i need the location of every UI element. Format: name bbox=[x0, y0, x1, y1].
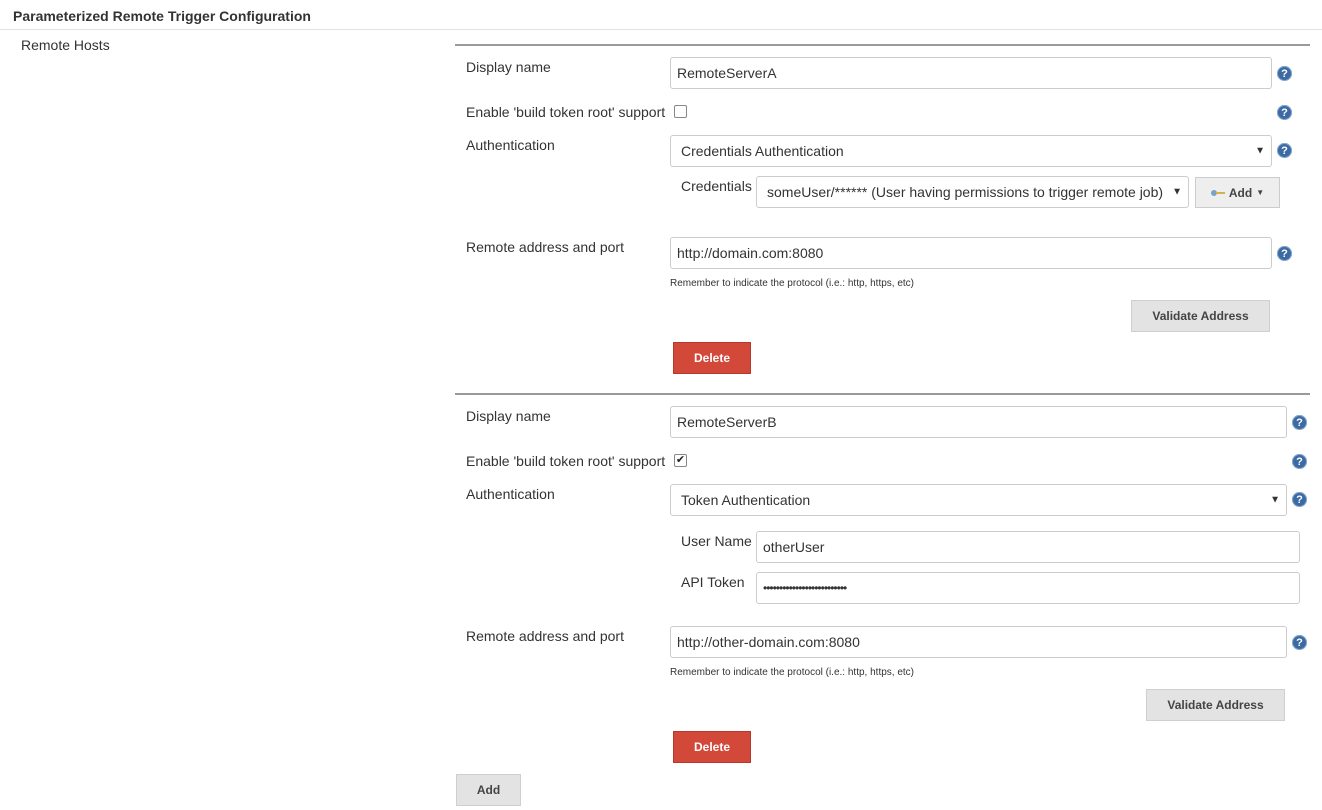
host-a-credentials-label: Credentials bbox=[681, 178, 752, 194]
key-icon bbox=[1210, 189, 1225, 197]
add-credentials-button[interactable]: Add ▼ bbox=[1195, 177, 1280, 208]
help-icon[interactable]: ? bbox=[1277, 105, 1292, 120]
host-a-credentials-select[interactable]: someUser/****** (User having permissions… bbox=[756, 176, 1189, 208]
host-a-display-name-label: Display name bbox=[466, 59, 551, 75]
host-b-user-name-input[interactable]: otherUser bbox=[756, 531, 1300, 563]
host-b-build-token-label: Enable 'build token root' support bbox=[466, 453, 666, 469]
host-a-protocol-hint: Remember to indicate the protocol (i.e.:… bbox=[670, 278, 915, 289]
dropdown-caret-icon: ▼ bbox=[1270, 494, 1280, 506]
host-a-build-token-checkbox[interactable] bbox=[674, 105, 687, 118]
host-b-delete-button[interactable]: Delete bbox=[673, 731, 751, 763]
host-b-remote-address-input[interactable]: http://other-domain.com:8080 bbox=[670, 626, 1287, 658]
host-b-display-name-label: Display name bbox=[466, 408, 551, 424]
chevron-down-icon: ▼ bbox=[1256, 188, 1265, 197]
help-icon[interactable]: ? bbox=[1292, 635, 1307, 650]
host-a-remote-address-label: Remote address and port bbox=[466, 239, 624, 255]
host-a-credentials-value: someUser/****** (User having permissions… bbox=[767, 184, 1164, 200]
host-a-display-name-input[interactable]: RemoteServerA bbox=[670, 57, 1272, 89]
help-icon[interactable]: ? bbox=[1277, 246, 1292, 261]
host-b-api-token-label: API Token bbox=[681, 574, 745, 590]
host-b-build-token-checkbox[interactable]: ✔ bbox=[674, 454, 687, 467]
add-host-button[interactable]: Add bbox=[456, 774, 521, 806]
host-b-authentication-select[interactable]: Token Authentication ▼ bbox=[670, 484, 1287, 516]
host-a-remote-address-input[interactable]: http://domain.com:8080 bbox=[670, 237, 1272, 269]
host-a-divider bbox=[455, 44, 1310, 46]
dropdown-caret-icon: ▼ bbox=[1172, 186, 1182, 198]
host-b-protocol-hint: Remember to indicate the protocol (i.e.:… bbox=[670, 667, 915, 678]
host-b-api-token-input[interactable]: •••••••••••••••••••••••••• bbox=[756, 572, 1300, 604]
help-icon[interactable]: ? bbox=[1292, 415, 1307, 430]
host-a-authentication-select[interactable]: Credentials Authentication ▼ bbox=[670, 135, 1272, 167]
dropdown-caret-icon: ▼ bbox=[1255, 145, 1265, 157]
host-a-authentication-value: Credentials Authentication bbox=[681, 143, 844, 159]
help-icon[interactable]: ? bbox=[1292, 492, 1307, 507]
host-a-authentication-label: Authentication bbox=[466, 137, 555, 153]
help-icon[interactable]: ? bbox=[1277, 66, 1292, 81]
host-b-authentication-label: Authentication bbox=[466, 486, 555, 502]
help-icon[interactable]: ? bbox=[1292, 454, 1307, 469]
host-b-remote-address-label: Remote address and port bbox=[466, 628, 624, 644]
host-a-build-token-label: Enable 'build token root' support bbox=[466, 104, 666, 120]
host-b-authentication-value: Token Authentication bbox=[681, 492, 811, 508]
remote-hosts-label: Remote Hosts bbox=[21, 37, 110, 53]
host-a-delete-button[interactable]: Delete bbox=[673, 342, 751, 374]
help-icon[interactable]: ? bbox=[1277, 143, 1292, 158]
host-b-display-name-input[interactable]: RemoteServerB bbox=[670, 406, 1287, 438]
host-a-validate-address-button[interactable]: Validate Address bbox=[1131, 300, 1270, 332]
section-title: Parameterized Remote Trigger Configurati… bbox=[13, 8, 311, 24]
section-divider bbox=[0, 29, 1322, 30]
host-b-user-name-label: User Name bbox=[681, 533, 752, 549]
add-credentials-label: Add bbox=[1228, 185, 1253, 200]
host-b-validate-address-button[interactable]: Validate Address bbox=[1146, 689, 1285, 721]
host-b-divider bbox=[455, 393, 1310, 395]
